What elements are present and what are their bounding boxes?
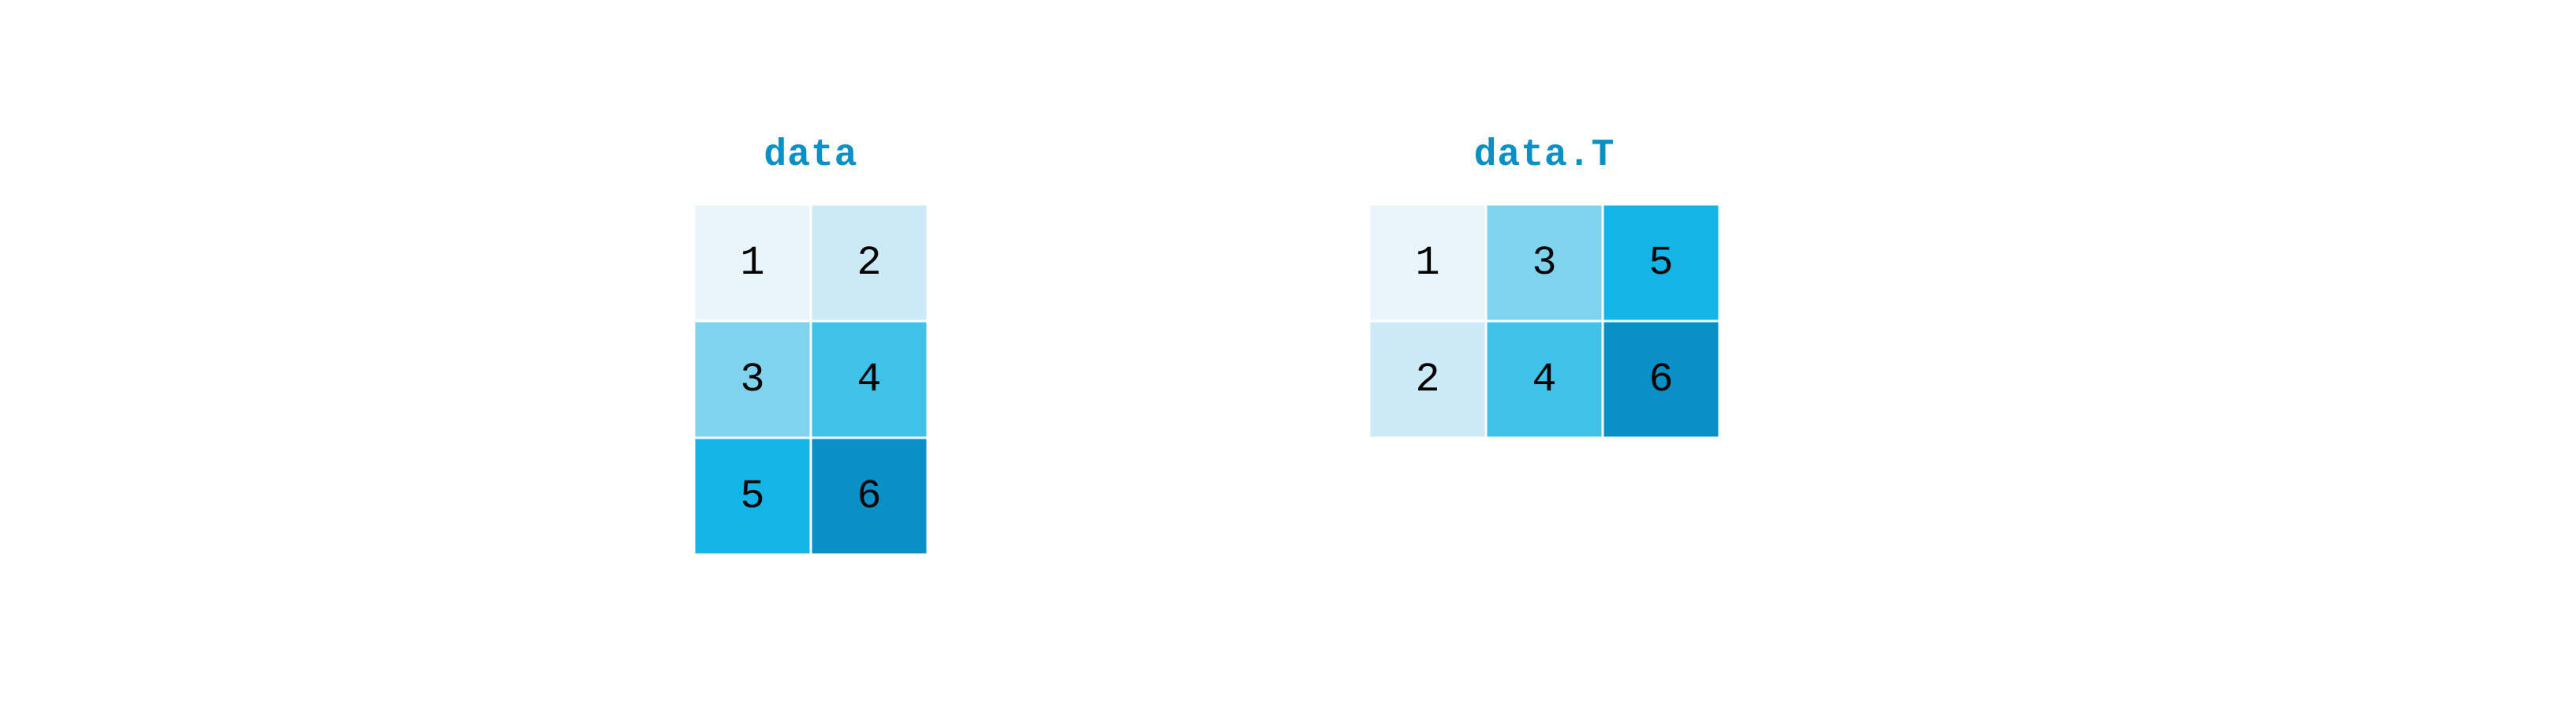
matrix-data: data 1 2 3 4 5 6: [694, 134, 928, 555]
diagram-container: data 1 2 3 4 5 6 data.T 1 3 5 2 4 6: [694, 134, 1719, 555]
cell: 2: [1369, 321, 1486, 438]
cell: 6: [1603, 321, 1719, 438]
cell: 3: [694, 321, 811, 438]
cell: 4: [811, 321, 928, 438]
cell: 2: [811, 204, 928, 321]
cell: 5: [1603, 204, 1719, 321]
cell: 1: [1369, 204, 1486, 321]
grid-data-t: 1 3 5 2 4 6: [1369, 204, 1719, 438]
cell: 4: [1486, 321, 1603, 438]
cell: 6: [811, 438, 928, 555]
matrix-title-data: data: [763, 134, 857, 177]
grid-data: 1 2 3 4 5 6: [694, 204, 928, 555]
cell: 3: [1486, 204, 1603, 321]
cell: 5: [694, 438, 811, 555]
matrix-data-t: data.T 1 3 5 2 4 6: [1369, 134, 1719, 555]
matrix-title-data-t: data.T: [1474, 134, 1615, 177]
cell: 1: [694, 204, 811, 321]
